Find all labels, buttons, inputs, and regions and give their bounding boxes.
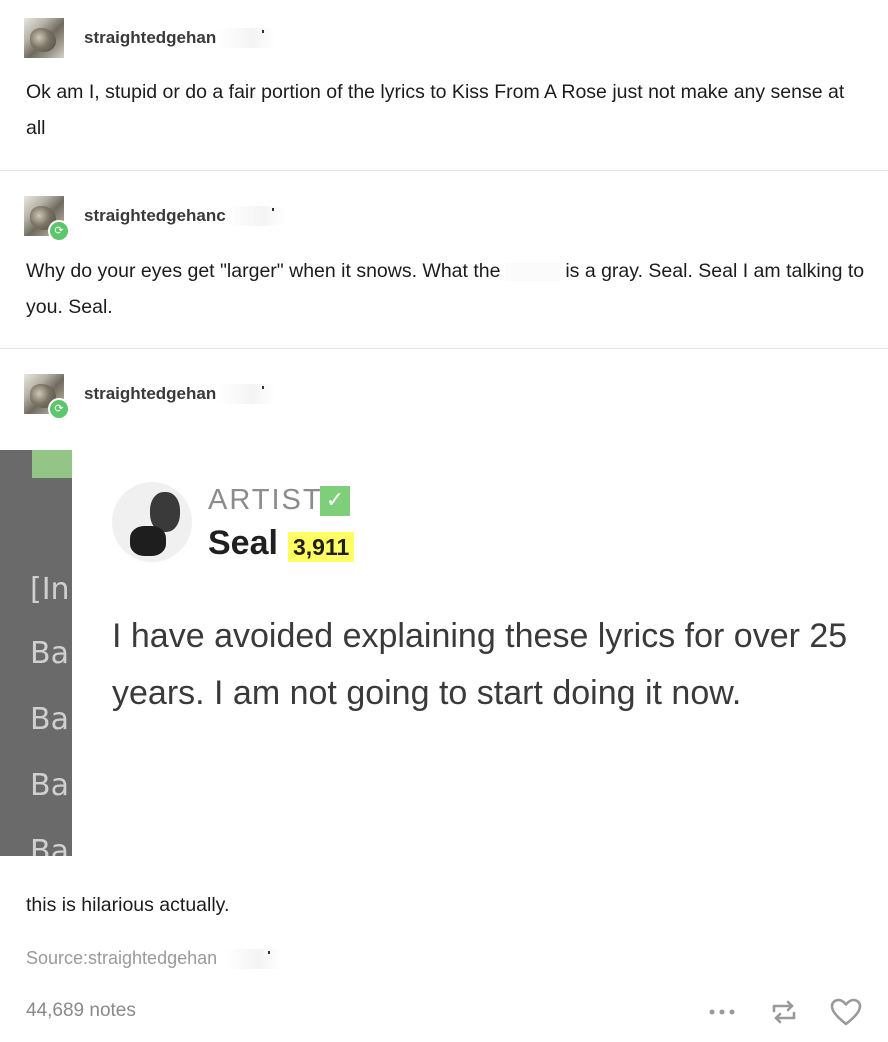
artist-annotation-card: ARTIST ✓ Seal 3,911 I have avoided expla… <box>72 450 888 856</box>
verified-check-icon: ✓ <box>320 486 350 516</box>
reblog-icon[interactable] <box>766 994 802 1030</box>
post-caption: this is hilarious actually. <box>26 894 230 916</box>
reblog-badge-icon: ⟳ <box>48 398 70 420</box>
post-header: ⟳ straightedgehan <box>24 372 277 420</box>
username[interactable]: straightedgehan <box>84 28 216 48</box>
iq-badge: 3,911 <box>288 532 355 562</box>
source-text[interactable]: Source:straightedgehan <box>26 948 217 968</box>
more-dots-icon[interactable] <box>704 994 740 1030</box>
avatar[interactable] <box>24 18 64 58</box>
redacted-word <box>505 262 560 281</box>
redacted-area <box>218 28 277 48</box>
embedded-screenshot: [In Ba Ba Ba Ba ARTIST ✓ Seal 3,911 I ha… <box>0 450 888 856</box>
artist-name: Seal <box>208 524 278 562</box>
redacted-area <box>224 949 283 970</box>
lyric-fragment: Ba <box>30 702 69 737</box>
lyric-fragment: Ba <box>30 768 69 803</box>
lyric-fragment: [In <box>30 572 70 607</box>
heart-icon[interactable] <box>828 994 864 1030</box>
post-header: straightedgehan <box>24 16 277 60</box>
lyric-fragment: Ba <box>30 636 69 671</box>
redacted-area <box>218 384 277 404</box>
artist-quote: I have avoided explaining these lyrics f… <box>112 617 848 712</box>
redacted-area <box>227 206 286 226</box>
reblog-badge-icon: ⟳ <box>48 220 70 242</box>
source-link[interactable]: Source:straightedgehan <box>26 948 283 970</box>
avatar[interactable]: ⟳ <box>24 196 70 242</box>
highlight-strip <box>32 450 72 478</box>
notes-count[interactable]: 44,689 notes <box>26 1000 136 1022</box>
post-text: Why do your eyes get "larger" when it sn… <box>26 253 866 325</box>
artist-label: ARTIST <box>208 484 323 516</box>
post-actions <box>704 994 864 1030</box>
avatar[interactable]: ⟳ <box>24 374 70 420</box>
username[interactable]: straightedgehanc <box>84 206 226 226</box>
post-text-start: Why do your eyes get "larger" when it sn… <box>26 260 501 282</box>
lyric-fragment: Ba <box>30 834 69 856</box>
divider <box>0 348 888 349</box>
artist-avatar <box>112 482 192 562</box>
lyrics-background: [In Ba Ba Ba Ba <box>0 450 72 856</box>
divider <box>0 170 888 171</box>
username[interactable]: straightedgehan <box>84 384 216 404</box>
post-text: Ok am I, stupid or do a fair portion of … <box>26 81 845 139</box>
post-header: ⟳ straightedgehanc <box>24 194 286 242</box>
